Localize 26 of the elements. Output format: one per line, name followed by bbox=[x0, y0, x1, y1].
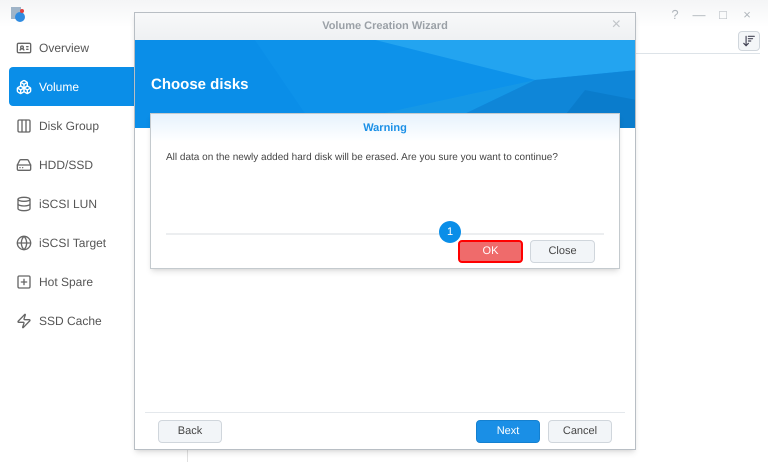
hard-drive-icon bbox=[16, 156, 32, 172]
dialog-button[interactable]: Close bbox=[530, 240, 595, 263]
sidebar-item[interactable]: HDD/SSD bbox=[9, 145, 135, 184]
sidebar-item[interactable]: Hot Spare bbox=[9, 262, 135, 301]
sidebar-item[interactable]: Disk Group bbox=[9, 106, 135, 145]
sidebar-item[interactable]: SSD Cache bbox=[9, 301, 135, 340]
boxes-icon bbox=[16, 78, 32, 94]
sidebar-item[interactable]: iSCSI LUN bbox=[9, 184, 135, 223]
sidebar-item[interactable]: iSCSI Target bbox=[9, 223, 135, 262]
app-icon bbox=[10, 6, 26, 22]
warning-message: All data on the newly added hard disk will be erased. Are you sure you want to continue? bbox=[165, 151, 559, 165]
sort-button[interactable] bbox=[738, 30, 760, 50]
step-badge: 1 bbox=[439, 221, 461, 243]
id-card-icon bbox=[16, 40, 32, 56]
sort-icon bbox=[742, 34, 756, 48]
window-title: Volume Creation Wizard bbox=[322, 19, 448, 34]
wizard-heading: Choose disks bbox=[151, 75, 249, 95]
dialog-title: Warning bbox=[363, 120, 407, 136]
database-icon bbox=[16, 196, 32, 212]
dialog-button[interactable]: Cancel bbox=[548, 420, 612, 442]
lightning-icon bbox=[16, 312, 32, 328]
plus-square-icon bbox=[16, 274, 32, 290]
columns-icon bbox=[16, 118, 32, 134]
dialog-button[interactable]: Back bbox=[158, 420, 222, 442]
globe-icon bbox=[16, 234, 32, 250]
sidebar-item[interactable]: Overview bbox=[9, 28, 135, 67]
